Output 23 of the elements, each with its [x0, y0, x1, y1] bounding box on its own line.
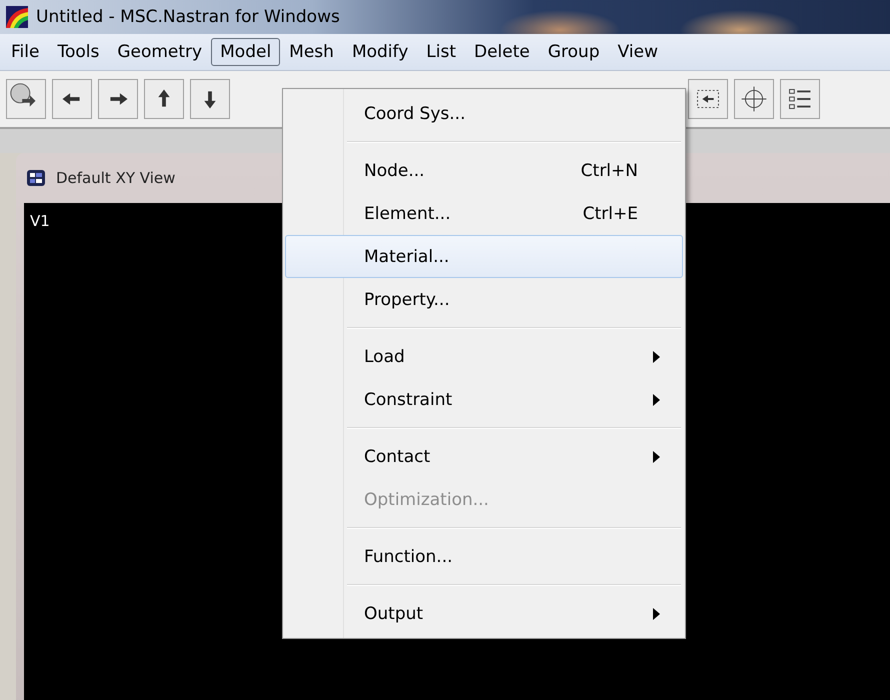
menu-option[interactable]: Material... [285, 235, 683, 278]
menu-item[interactable]: Tools [48, 38, 108, 66]
menu-item[interactable]: Delete [465, 38, 539, 66]
menu-option[interactable]: Function... [285, 535, 683, 578]
menu-option[interactable]: Load [285, 335, 683, 378]
menu-option[interactable]: Node... Ctrl+N [285, 149, 683, 192]
menu-item[interactable]: Model [211, 38, 280, 66]
menu-item[interactable]: Modify [342, 38, 418, 66]
view-title: Default XY View [56, 169, 176, 187]
menu-option[interactable]: Constraint [285, 378, 683, 421]
menu-item[interactable]: List [417, 38, 465, 66]
menu-option[interactable]: Contact [285, 435, 683, 478]
menu-option[interactable]: Element... Ctrl+E [285, 192, 683, 235]
menu-item[interactable]: View [608, 38, 667, 66]
window-title: Untitled - MSC.Nastran for Windows [36, 7, 340, 27]
menu-item[interactable]: File [2, 38, 48, 66]
menu-item[interactable]: Mesh [280, 38, 343, 66]
menu-option[interactable]: Property... [285, 278, 683, 321]
viewport-label: V1 [30, 212, 50, 230]
menu-option[interactable]: Coord Sys... [285, 92, 683, 135]
menu-option[interactable]: Output [285, 592, 683, 635]
menu-item[interactable]: Geometry [108, 38, 212, 66]
menu-item[interactable]: Group [538, 38, 609, 66]
